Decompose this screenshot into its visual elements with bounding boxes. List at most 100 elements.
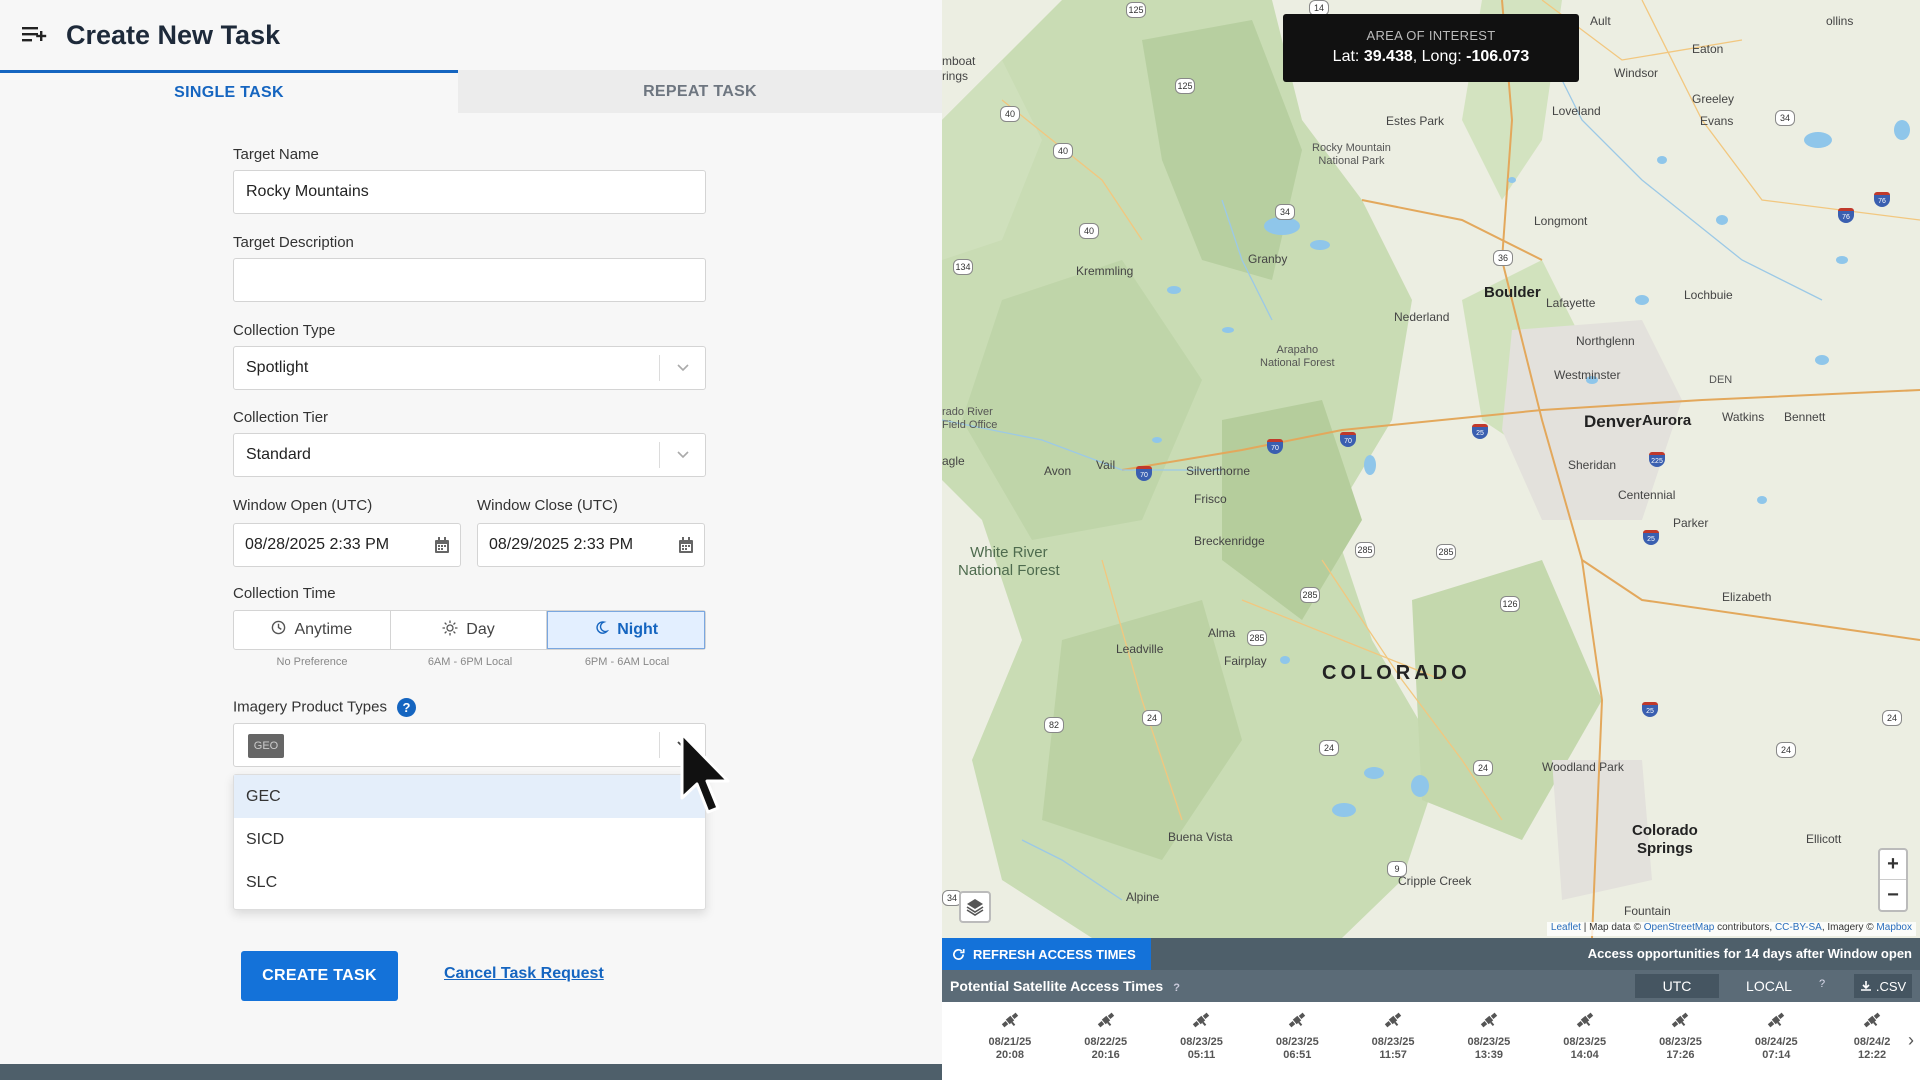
route-shield: 285 (1436, 544, 1456, 560)
night-label: Night (617, 621, 659, 638)
collection-tier-value: Standard (246, 446, 311, 463)
pass-time: 17:26 (1666, 1049, 1695, 1061)
satellite-pass[interactable]: 08/24/2 12:22 (1824, 1002, 1920, 1080)
satellite-pass[interactable]: 08/23/25 11:57 (1345, 1002, 1441, 1080)
route-shield: 34 (1275, 204, 1295, 220)
zoom-out-button[interactable]: − (1880, 880, 1906, 910)
collection-time-night[interactable]: Night (547, 611, 706, 649)
target-name-input[interactable]: Rocky Mountains (233, 170, 706, 214)
utc-toggle[interactable]: UTC (1635, 974, 1719, 998)
satellite-pass[interactable]: 08/23/25 14:04 (1537, 1002, 1633, 1080)
place-fountain: Fountain (1624, 904, 1671, 918)
imagery-product-types-select[interactable]: GEO (233, 723, 706, 767)
satellite-icon (1193, 1012, 1210, 1028)
target-description-input[interactable] (233, 258, 706, 302)
calendar-icon[interactable] (678, 537, 694, 559)
zoom-in-button[interactable]: + (1880, 850, 1906, 880)
place-windsor: Windsor (1614, 66, 1659, 80)
tab-repeat-task[interactable]: REPEAT TASK (458, 70, 942, 113)
place-frisco: Frisco (1194, 492, 1227, 506)
help-icon[interactable]: ? (1819, 978, 1825, 990)
pass-time: 13:39 (1474, 1049, 1503, 1061)
option-slc[interactable]: SLC (234, 861, 705, 904)
attribution-text: , Imagery © (1821, 922, 1877, 933)
imagery-product-types-label: Imagery Product Types? (233, 698, 416, 717)
satellite-icon (1480, 1012, 1498, 1028)
license-link[interactable]: CC-BY-SA (1775, 922, 1822, 933)
selected-tag[interactable]: GEO (248, 734, 284, 758)
pass-date: 08/23/25 (1563, 1036, 1607, 1048)
satellite-pass[interactable]: 08/23/25 06:51 (1249, 1002, 1345, 1080)
option-gec[interactable]: GEC (234, 775, 705, 818)
lat-value: 39.438 (1363, 48, 1413, 65)
add-list-icon[interactable] (22, 21, 50, 49)
help-icon[interactable]: ? (1173, 982, 1180, 994)
refresh-access-times-button[interactable]: REFRESH ACCESS TIMES (942, 938, 1151, 970)
download-icon (1860, 981, 1871, 991)
option-sicd[interactable]: SICD (234, 818, 705, 861)
collection-time-day[interactable]: Day (391, 611, 548, 649)
leaflet-link[interactable]: Leaflet (1551, 922, 1581, 933)
place-vail: Vail (1096, 458, 1116, 472)
pass-date: 08/24/2 (1853, 1036, 1891, 1048)
collection-type-select[interactable]: Spotlight (233, 346, 706, 390)
map-view[interactable]: ollins Ault Eaton Windsor Greeley Evans … (942, 0, 1920, 938)
pass-datetime: 08/23/25 11:57 (1372, 1036, 1415, 1062)
pass-datetime: 08/21/25 20:08 (988, 1036, 1031, 1062)
route-shield: 24 (1776, 742, 1796, 758)
day-label: Day (466, 621, 495, 638)
layers-button[interactable] (959, 891, 991, 923)
place-nederland: Nederland (1394, 310, 1450, 324)
place-ellicott: Ellicott (1806, 832, 1842, 846)
collection-time-anytime[interactable]: Anytime (234, 611, 391, 649)
help-icon[interactable]: ? (396, 698, 416, 717)
place-aurora: Aurora (1642, 412, 1692, 429)
place-bennett: Bennett (1784, 410, 1826, 424)
place-lafayette: Lafayette (1546, 296, 1596, 310)
satellite-icon (1863, 1012, 1881, 1028)
pass-time: 12:22 (1858, 1049, 1887, 1061)
mouse-cursor-icon (680, 732, 730, 814)
place-cripple-creek: Cripple Creek (1398, 874, 1472, 888)
chevron-right-icon[interactable]: › (1908, 1030, 1914, 1051)
place-den: DEN (1709, 374, 1733, 386)
route-shield: 24 (1473, 760, 1493, 776)
place-kremmling: Kremmling (1076, 264, 1134, 278)
satellite-pass[interactable]: 08/23/25 13:39 (1441, 1002, 1537, 1080)
satellite-pass[interactable]: 08/21/25 20:08 (962, 1002, 1058, 1080)
window-open-input[interactable]: 08/28/2025 2:33 PM (233, 523, 461, 567)
place-white-river-nf: White River National Forest (958, 544, 1060, 579)
satellite-pass[interactable]: 08/24/25 07:14 (1728, 1002, 1824, 1080)
pass-datetime: 08/23/25 05:11 (1180, 1036, 1223, 1062)
satellite-pass[interactable]: 08/22/25 20:16 (1058, 1002, 1154, 1080)
satellite-pass[interactable]: 08/23/25 17:26 (1633, 1002, 1729, 1080)
satellite-pass[interactable]: 08/23/25 05:11 (1154, 1002, 1250, 1080)
create-task-button[interactable]: CREATE TASK (241, 951, 398, 1001)
collection-tier-select[interactable]: Standard (233, 433, 706, 477)
window-close-label: Window Close (UTC) (477, 497, 618, 514)
satellite-icon (1384, 1012, 1402, 1028)
route-shield: 285 (1247, 630, 1267, 646)
pass-time: 05:11 (1187, 1049, 1216, 1061)
pass-datetime: 08/22/25 20:16 (1084, 1036, 1127, 1062)
bottom-bar (0, 1064, 942, 1080)
window-open-label: Window Open (UTC) (233, 497, 373, 514)
satellite-icon (1001, 1012, 1019, 1028)
pass-time: 06:51 (1283, 1049, 1312, 1061)
osm-link[interactable]: OpenStreetMap (1644, 922, 1715, 933)
long-label: , Long: (1412, 48, 1462, 65)
app-root: Create New Task SINGLE TASK REPEAT TASK … (0, 0, 1920, 1080)
tab-single-task[interactable]: SINGLE TASK (0, 70, 458, 113)
calendar-icon[interactable] (434, 537, 450, 559)
local-toggle[interactable]: LOCAL (1727, 974, 1811, 998)
pass-time: 20:16 (1091, 1049, 1120, 1061)
window-close-input[interactable]: 08/29/2025 2:33 PM (477, 523, 705, 567)
place-sheridan: Sheridan (1568, 458, 1617, 472)
cancel-task-link[interactable]: Cancel Task Request (444, 965, 604, 983)
mapbox-link[interactable]: Mapbox (1876, 922, 1912, 933)
pass-date: 08/23/25 (1371, 1036, 1415, 1048)
download-csv-button[interactable]: .CSV (1854, 974, 1912, 998)
pass-datetime: 08/23/25 06:51 (1276, 1036, 1319, 1062)
satellite-icon (1289, 1012, 1306, 1028)
pass-date: 08/24/25 (1754, 1036, 1798, 1048)
